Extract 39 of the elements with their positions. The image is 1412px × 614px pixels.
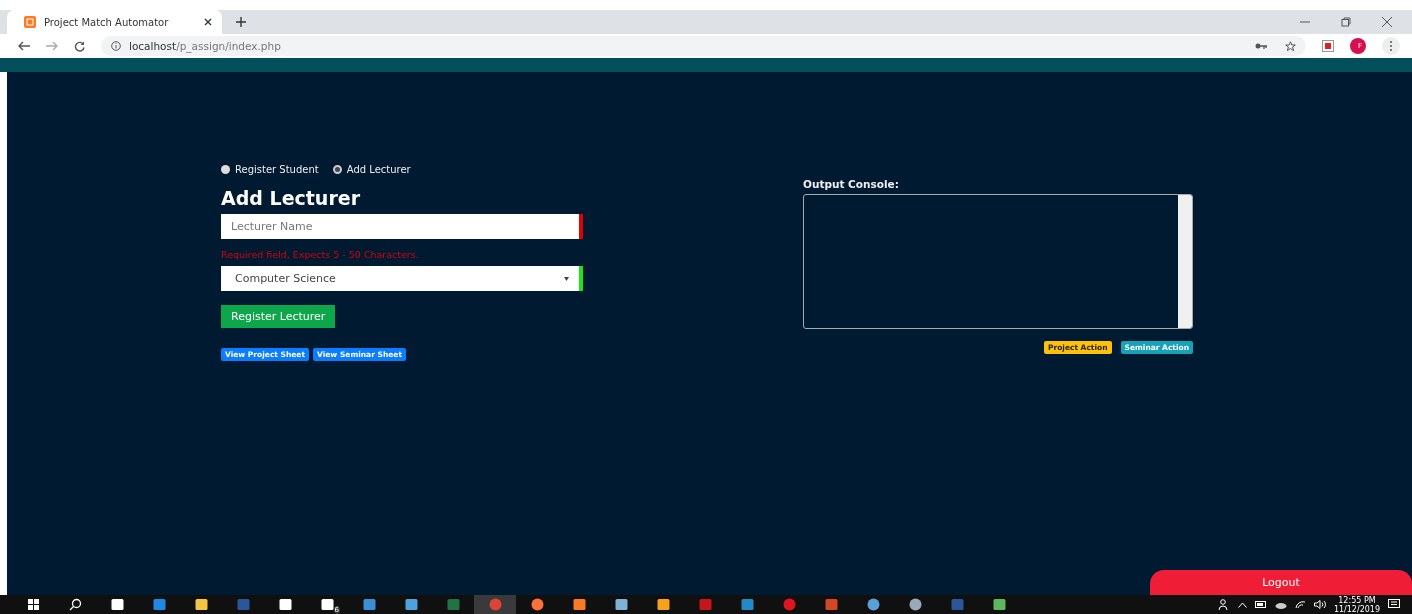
wifi-icon[interactable] [1294,600,1306,609]
address-bar[interactable]: localhost/p_assign/index.php [101,36,1306,56]
star-icon[interactable] [1285,40,1296,52]
profile-avatar-icon[interactable] [1350,38,1366,54]
console-label: Output Console: [803,178,900,190]
url-text: localhost/p_assign/index.php [129,40,281,52]
error-message: Required field, Expects 5 - 50 Characters. [221,249,420,260]
caret-icon [564,276,569,281]
logout-button[interactable]: Logout [1150,570,1412,595]
browser-tab[interactable]: Project Match Automator [7,10,222,34]
form-title: Add Lecturer [221,187,361,209]
search-icon [68,598,82,611]
radio-label: Add Lecturer [346,164,411,175]
restore-icon[interactable] [1341,17,1351,27]
windows-logo-icon [26,598,40,611]
people-icon[interactable] [1217,599,1230,610]
reload-icon[interactable] [74,40,85,52]
cloud-icon[interactable] [1274,600,1287,609]
department-select[interactable]: Computer Science [221,266,583,291]
close-icon[interactable] [204,18,212,26]
clock-time: 12:55 PM [1338,595,1376,605]
plus-icon[interactable] [236,17,246,27]
output-console[interactable] [803,194,1193,329]
tab-title: Project Match Automator [44,16,170,28]
scrollbar[interactable] [1178,195,1192,328]
back-arrow-icon[interactable] [18,41,30,51]
chevron-up-icon[interactable] [1237,601,1247,608]
close-icon[interactable] [1382,17,1392,27]
info-icon [111,41,121,51]
mode-radio[interactable]: Add Lecturer [332,164,411,175]
clock-date: 11/12/2019 [1333,604,1380,614]
app-favicon-icon [24,16,36,28]
speaker-icon[interactable] [1313,600,1326,609]
menu-icon[interactable] [1382,37,1400,55]
key-icon[interactable] [1255,43,1267,49]
battery-icon[interactable] [1254,601,1267,608]
lecturer-name-field[interactable]: Lecturer Name [221,214,583,239]
extension-icon[interactable] [1322,40,1334,52]
notification-icon[interactable] [1388,599,1400,610]
